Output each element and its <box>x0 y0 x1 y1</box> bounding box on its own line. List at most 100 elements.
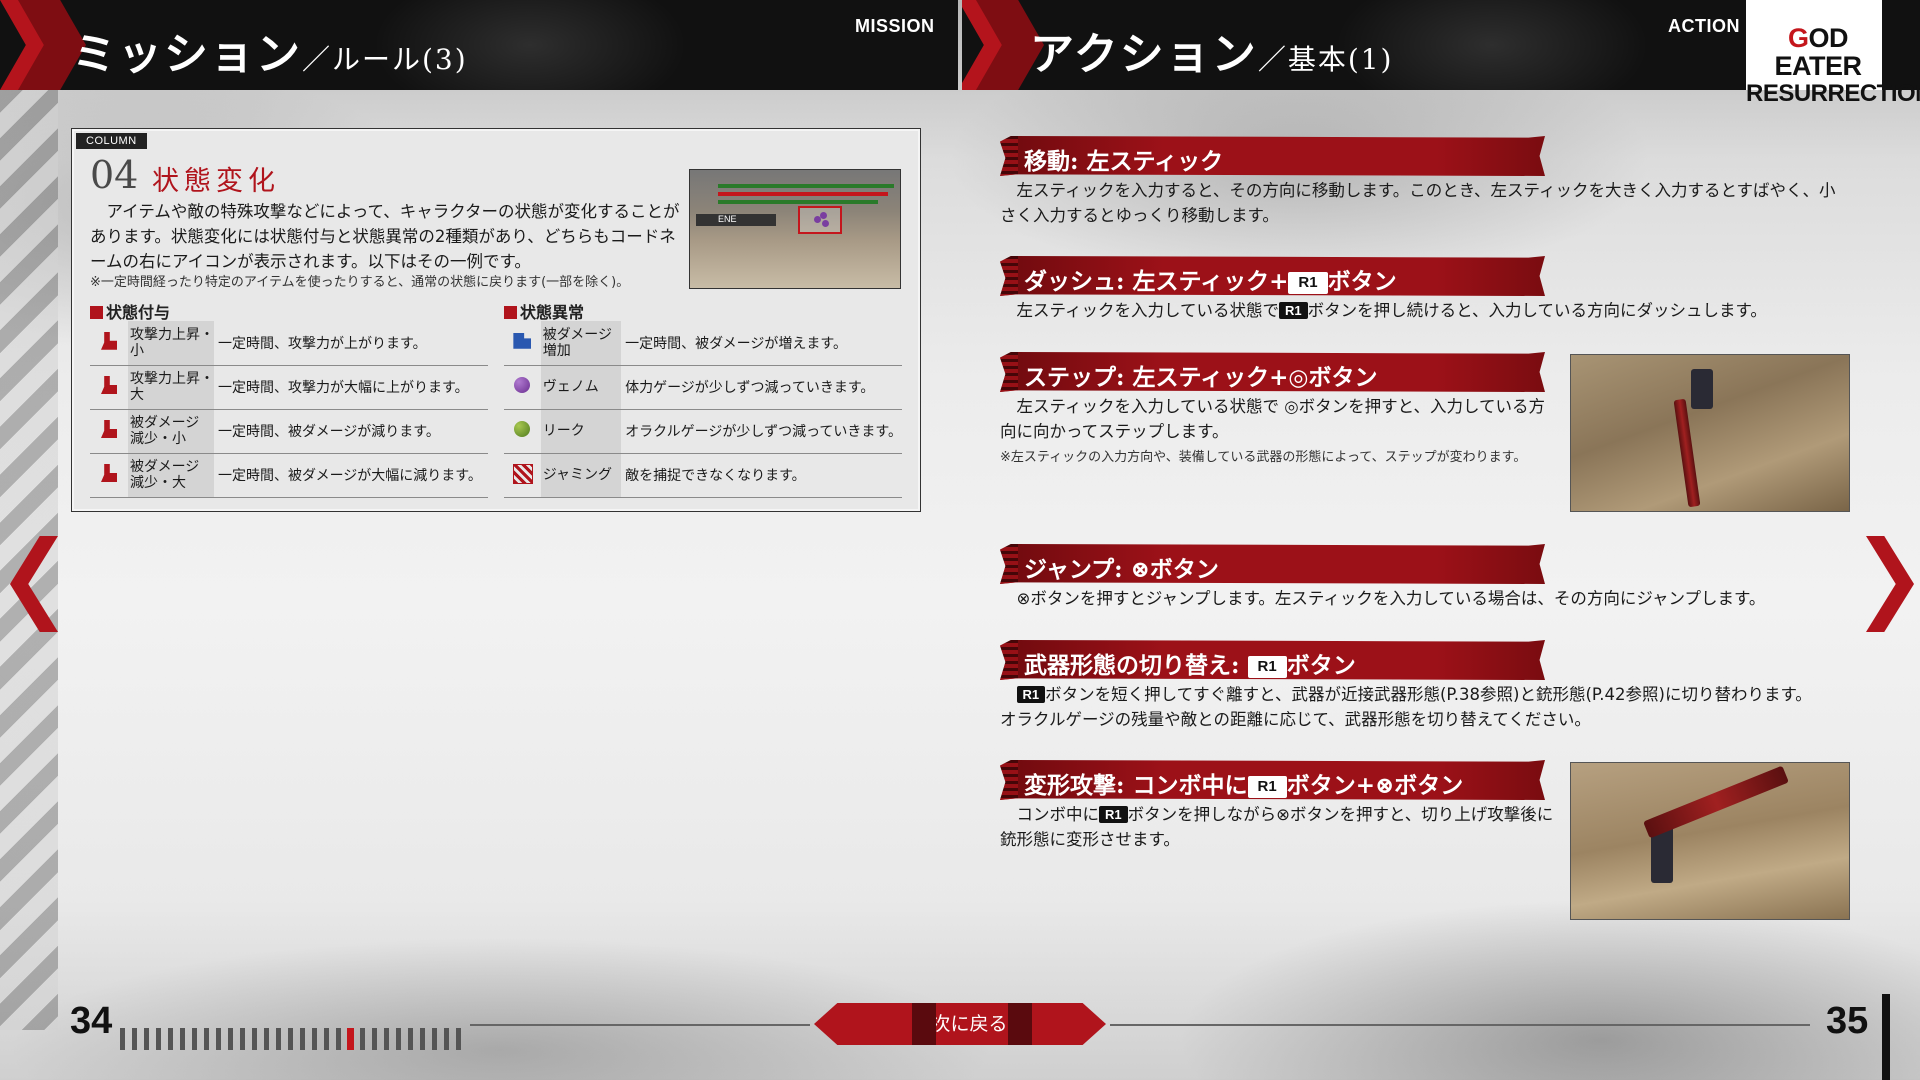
switch-body-2: オラクルゲージの残量や敵との距離に応じて、武器形態を切り替えてください。 <box>1000 710 1591 729</box>
column-body: アイテムや敵の特殊攻撃などによって、キャラクターの状態が変化することがあります。… <box>90 202 680 271</box>
jump-section-title: ジャンプ: ⊗ボタン <box>1000 544 1545 584</box>
status-desc: 一定時間、攻撃力が大幅に上がります。 <box>214 365 488 410</box>
current-page-tick <box>347 1028 354 1050</box>
table-row: 攻撃力上昇・小 一定時間、攻撃力が上がります。 <box>90 321 488 366</box>
table-row: リーク オラクルゲージが少しずつ減っていきます。 <box>504 409 902 454</box>
table-row: ジャミング 敵を捕捉できなくなります。 <box>504 453 902 498</box>
table-row: 被ダメージ 増加 一定時間、被ダメージが増えます。 <box>504 321 902 366</box>
weapon-blade <box>1643 765 1789 839</box>
dash-section-title: ダッシュ: 左スティック+ R1 ボタン <box>1000 256 1545 296</box>
step-note: ※左スティックの入力方向や、装備している武器の形態によって、ステップが変わります… <box>1000 450 1527 465</box>
column-number: 04 <box>90 153 139 197</box>
logo-line2: RESURRECTION <box>1746 79 1920 107</box>
column-tag: COLUMN <box>76 133 147 149</box>
table-row: 攻撃力上昇・大 一定時間、攻撃力が大幅に上がります。 <box>90 365 488 410</box>
buff-table: 攻撃力上昇・小 一定時間、攻撃力が上がります。 攻撃力上昇・大 一定時間、攻撃力… <box>90 321 488 498</box>
game-logo: GOD EATER RESURRECTION <box>1742 0 1920 106</box>
debuff-table: 被ダメージ 増加 一定時間、被ダメージが増えます。 ヴェノム 体力ゲージが少しずつ… <box>504 321 902 498</box>
status-name: 小 <box>130 342 144 359</box>
left-page-title: ミッション／ルール(3) <box>72 18 468 82</box>
move-section-title: 移動: 左スティック <box>1000 136 1545 176</box>
status-name: 大 <box>130 387 144 403</box>
table-row: 被ダメージ 減少・小 一定時間、被ダメージが減ります。 <box>90 409 488 454</box>
status-desc: 一定時間、被ダメージが大幅に減ります。 <box>214 453 488 498</box>
table-row: 被ダメージ 減少・大 一定時間、被ダメージが大幅に減ります。 <box>90 453 488 498</box>
status-desc: 一定時間、攻撃力が上がります。 <box>214 321 488 366</box>
status-name: リーク <box>540 409 622 454</box>
switch-body: R1 ボタンを短く押してすぐ離すと、武器が近接武器形態(P.38参照)と銃形態(P… <box>1000 682 1860 707</box>
status-icon-highlight <box>798 206 842 234</box>
op-bar <box>718 192 888 196</box>
venom-icon <box>822 220 829 227</box>
r1-button-icon: R1 <box>1099 806 1128 823</box>
left-section-tag: MISSION <box>855 16 935 36</box>
footer-line <box>1110 1024 1810 1026</box>
damage-down-small-icon <box>98 418 120 440</box>
damage-down-large-icon <box>98 462 120 484</box>
buff-heading: 状態付与 <box>90 299 170 323</box>
right-title-main: アクション <box>1030 29 1258 80</box>
status-name: 増加 <box>542 342 571 359</box>
right-page-title: アクション／基本(1) <box>1030 18 1393 82</box>
left-page-header: ミッション／ルール(3) MISSION <box>0 0 958 90</box>
back-to-contents-button[interactable]: 目次に戻る <box>814 1003 1106 1045</box>
attack-up-small-icon <box>98 330 120 352</box>
transform-screenshot <box>1570 762 1850 920</box>
column-box: COLUMN 04 状態変化 アイテムや敵の特殊攻撃などによって、キャラクターの… <box>71 128 921 512</box>
dash-body-text: ボタンを押し続けると、入力している方向にダッシュします。 <box>1307 301 1767 320</box>
codename-plate: ENE <box>696 214 776 226</box>
r1-button-icon: R1 <box>1247 656 1287 678</box>
status-name: 減少・大 <box>130 475 186 491</box>
column-title: 状態変化 <box>152 166 280 197</box>
logo-g: G <box>1787 23 1809 53</box>
status-desc: 一定時間、被ダメージが増えます。 <box>621 321 902 366</box>
status-name: 攻撃力上昇・ <box>130 326 214 343</box>
transform-title-text: ボタン+⊗ボタン <box>1286 772 1464 799</box>
transform-title-text: 変形攻撃: コンボ中に <box>1024 772 1248 799</box>
weapon-blade <box>1673 398 1701 508</box>
move-body: 左スティックを入力すると、その方向に移動します。このとき、左スティックを大きく入… <box>1000 181 1836 225</box>
r1-button-icon: R1 <box>1016 686 1046 703</box>
status-name: 被ダメージ <box>542 326 613 343</box>
status-name: ジャミング <box>540 453 622 498</box>
status-name: 被ダメージ <box>130 459 200 475</box>
table-row: ヴェノム 体力ゲージが少しずつ減っていきます。 <box>504 365 902 410</box>
left-page-number: 34 <box>70 1000 113 1042</box>
dash-body-text: 左スティックを入力している状態で <box>1016 301 1280 320</box>
left-title-main: ミッション <box>72 29 302 80</box>
switch-title-text: 武器形態の切り替え: <box>1024 652 1248 679</box>
switch-title-text: ボタン <box>1286 652 1356 679</box>
step-section-title: ステップ: 左スティック+◎ボタン <box>1000 352 1545 392</box>
character-figure <box>1691 369 1713 409</box>
transform-body-text: コンボ中に <box>1016 805 1100 824</box>
footer-line <box>470 1024 810 1026</box>
leak-icon <box>511 418 533 440</box>
column-note: ※一定時間経ったり特定のアイテムを使ったりすると、通常の状態に戻ります(一部を除… <box>90 275 630 290</box>
r1-button-icon: R1 <box>1279 302 1308 319</box>
switch-body-text: ボタンを短く押してすぐ離すと、武器が近接武器形態(P.38参照)と銃形態(P.4… <box>1045 685 1812 704</box>
dash-body: 左スティックを入力している状態で R1 ボタンを押し続けると、入力している方向にダッ… <box>1000 298 1850 323</box>
dash-title-text: ダッシュ: 左スティック+ <box>1024 268 1289 295</box>
step-screenshot <box>1570 354 1850 512</box>
jamming-icon <box>511 462 534 484</box>
footer-right-bar <box>1882 994 1890 1080</box>
jump-body: ⊗ボタンを押すとジャンプします。左スティックを入力している場合は、その方向にジャ… <box>1016 589 1766 608</box>
status-name: 攻撃力上昇・ <box>130 371 214 387</box>
status-desc: 敵を捕捉できなくなります。 <box>621 453 902 498</box>
transform-section-title: 変形攻撃: コンボ中に R1 ボタン+⊗ボタン <box>1000 760 1545 800</box>
right-page-number: 35 <box>1826 1000 1869 1042</box>
hp-bar <box>718 184 894 188</box>
debuff-heading: 状態異常 <box>504 299 584 323</box>
status-desc: 一定時間、被ダメージが減ります。 <box>214 409 488 454</box>
status-screenshot: ENE <box>689 169 901 289</box>
status-desc: オラクルゲージが少しずつ減っていきます。 <box>621 409 902 454</box>
header-right-bar <box>1882 0 1890 90</box>
step-body: 左スティックを入力している状態で ◎ボタンを押すと、入力している方向に向かってス… <box>1000 397 1546 441</box>
status-name: 被ダメージ <box>130 415 200 431</box>
transform-body: コンボ中に R1 ボタンを押しながら⊗ボタンを押すと、切り上げ攻撃後に銃形態に変形さ… <box>1000 802 1560 852</box>
venom-icon <box>820 212 827 219</box>
venom-icon <box>511 374 533 396</box>
right-section-tag: ACTION <box>1668 16 1740 36</box>
dash-title-text: ボタン <box>1327 268 1397 295</box>
r1-button-icon: R1 <box>1247 776 1287 798</box>
